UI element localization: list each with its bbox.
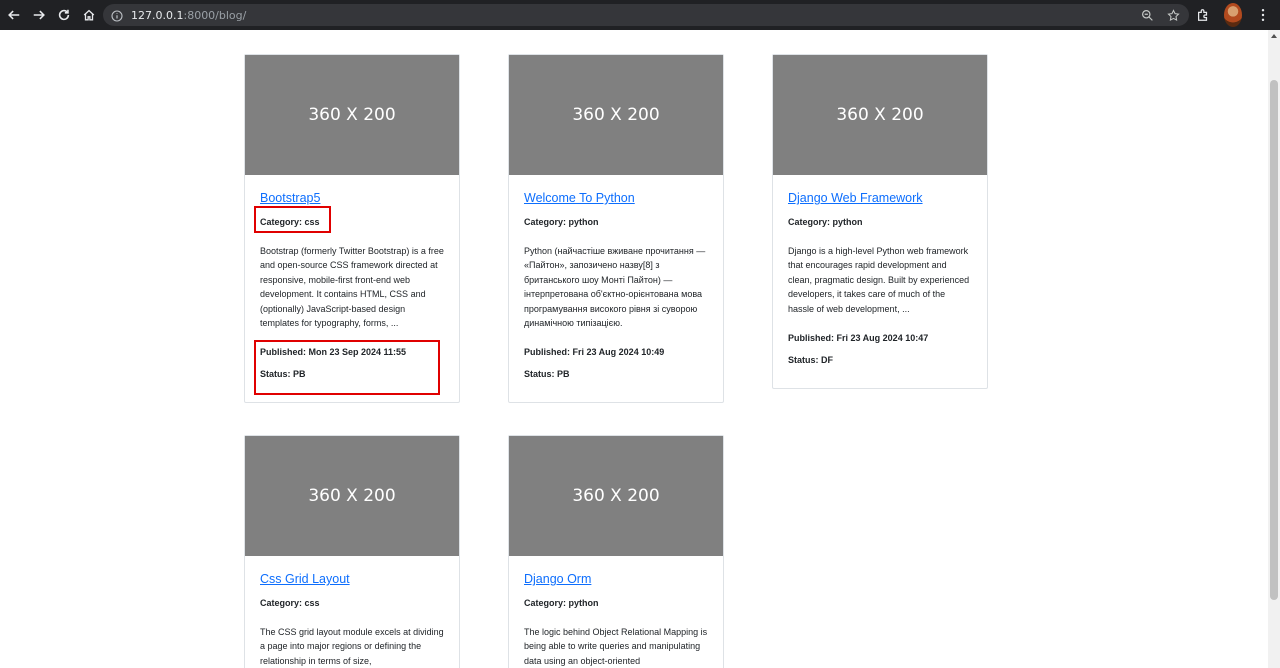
post-status: Status: PB (524, 369, 570, 380)
post-card: 360 X 200 Css Grid Layout Category: css … (244, 435, 460, 668)
zoom-icon[interactable] (1139, 7, 1155, 23)
post-title-link[interactable]: Bootstrap5 (260, 190, 444, 206)
post-category: Category: css (260, 598, 320, 608)
reload-icon[interactable] (52, 3, 76, 27)
post-title-link[interactable]: Css Grid Layout (260, 571, 444, 587)
browser-actions (1194, 3, 1272, 27)
post-title-link[interactable]: Welcome To Python (524, 190, 708, 206)
post-excerpt: The logic behind Object Relational Mappi… (524, 627, 708, 666)
post-card: 360 X 200 Django Web Framework Category:… (772, 54, 988, 390)
browser-toolbar: 127.0.0.1:8000/blog/ (0, 0, 1280, 30)
bookmark-star-icon[interactable] (1165, 7, 1181, 23)
post-published: Published: Fri 23 Aug 2024 10:49 (524, 347, 665, 358)
url-host: 127.0.0.1 (131, 8, 184, 22)
extensions-icon[interactable] (1194, 3, 1212, 27)
post-excerpt: Django is a high-level Python web framew… (788, 246, 970, 314)
url-path: :8000/blog/ (183, 8, 247, 22)
post-title-link[interactable]: Django Orm (524, 571, 708, 587)
category-highlight-box (254, 206, 331, 233)
back-icon[interactable] (2, 3, 26, 27)
page-scrollbar[interactable] (1268, 30, 1280, 668)
image-placeholder-label: 360 X 200 (308, 486, 396, 506)
forward-icon[interactable] (27, 3, 51, 27)
image-placeholder-label: 360 X 200 (836, 105, 924, 125)
scrollbar-thumb[interactable] (1270, 80, 1278, 600)
post-category: Category: python (524, 217, 599, 227)
post-image-placeholder: 360 X 200 (773, 55, 987, 175)
omnibox-actions (1139, 7, 1181, 23)
published-status-highlight-box (254, 340, 440, 395)
post-category: Category: python (524, 598, 599, 608)
post-card: 360 X 200 Django Orm Category: python Th… (508, 435, 724, 668)
post-status: Status: DF (788, 355, 833, 366)
page-content: 360 X 200 Bootstrap5 Category: css Boots… (0, 30, 1268, 668)
scroll-up-icon[interactable] (1271, 34, 1277, 38)
post-image-placeholder: 360 X 200 (245, 55, 459, 175)
post-excerpt: The CSS grid layout module excels at div… (260, 627, 444, 666)
post-excerpt: Python (найчастіше вживане прочитання — … (524, 246, 706, 329)
address-bar[interactable]: 127.0.0.1:8000/blog/ (103, 4, 1189, 26)
image-placeholder-label: 360 X 200 (572, 486, 660, 506)
profile-avatar[interactable] (1224, 3, 1242, 27)
post-published: Published: Fri 23 Aug 2024 10:47 (788, 333, 929, 344)
post-image-placeholder: 360 X 200 (245, 436, 459, 556)
menu-kebab-icon[interactable] (1254, 3, 1272, 27)
url-text[interactable]: 127.0.0.1:8000/blog/ (131, 9, 246, 22)
post-image-placeholder: 360 X 200 (509, 55, 723, 175)
post-title-link[interactable]: Django Web Framework (788, 190, 972, 206)
site-info-icon[interactable] (111, 9, 123, 22)
image-placeholder-label: 360 X 200 (572, 105, 660, 125)
home-icon[interactable] (77, 3, 101, 27)
image-placeholder-label: 360 X 200 (308, 105, 396, 125)
post-excerpt: Bootstrap (formerly Twitter Bootstrap) i… (260, 246, 444, 329)
post-image-placeholder: 360 X 200 (509, 436, 723, 556)
post-category: Category: python (788, 217, 863, 227)
avatar (1224, 3, 1242, 27)
post-card: 360 X 200 Welcome To Python Category: py… (508, 54, 724, 404)
